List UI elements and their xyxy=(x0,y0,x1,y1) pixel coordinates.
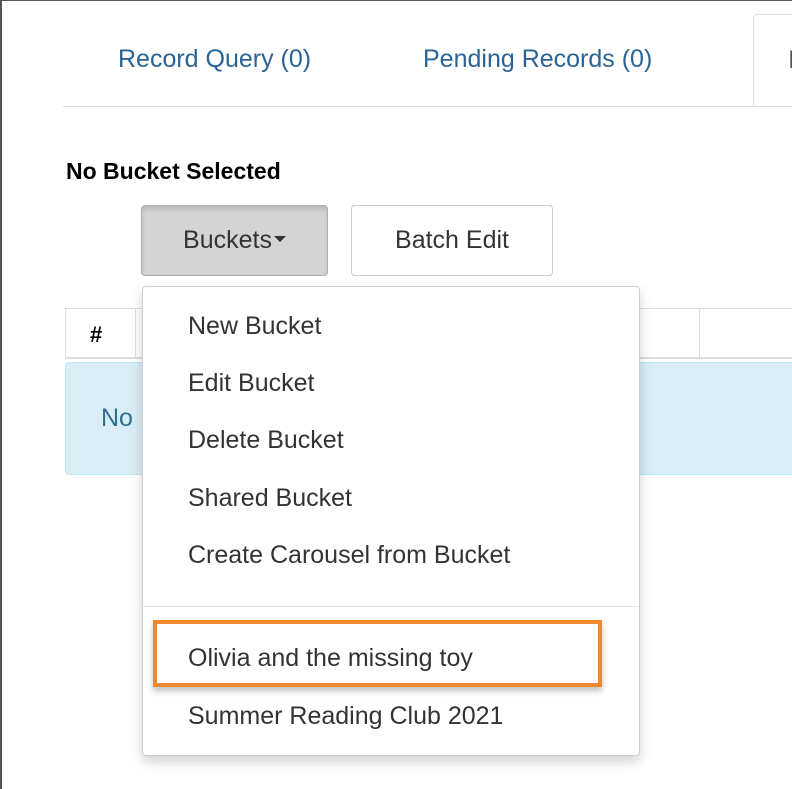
buckets-dropdown-button[interactable]: Buckets xyxy=(141,205,328,276)
tab-pending-records[interactable]: Pending Records (0) xyxy=(423,14,652,105)
tab-active[interactable]: I xyxy=(753,14,792,106)
buckets-button-label: Buckets xyxy=(183,226,272,254)
menu-item-new-bucket[interactable]: New Bucket xyxy=(188,311,321,341)
caret-down-icon xyxy=(273,236,286,243)
menu-item-create-carousel[interactable]: Create Carousel from Bucket xyxy=(188,540,510,570)
batch-edit-button[interactable]: Batch Edit xyxy=(351,205,553,276)
menu-item-bucket-summer-reading[interactable]: Summer Reading Club 2021 xyxy=(188,701,503,731)
bucket-heading: No Bucket Selected xyxy=(66,158,281,184)
menu-item-edit-bucket[interactable]: Edit Bucket xyxy=(188,368,314,398)
tab-bar: Record Query (0) Pending Records (0) I xyxy=(63,14,792,107)
column-header[interactable] xyxy=(699,309,792,358)
column-header-number[interactable]: # xyxy=(65,309,135,358)
menu-item-delete-bucket[interactable]: Delete Bucket xyxy=(188,425,344,455)
menu-divider xyxy=(143,606,639,607)
menu-item-bucket-olivia[interactable]: Olivia and the missing toy xyxy=(188,643,473,673)
tab-record-query[interactable]: Record Query (0) xyxy=(118,14,311,105)
menu-item-shared-bucket[interactable]: Shared Bucket xyxy=(188,483,352,513)
buckets-dropdown-menu: New Bucket Edit Bucket Delete Bucket Sha… xyxy=(142,286,640,756)
